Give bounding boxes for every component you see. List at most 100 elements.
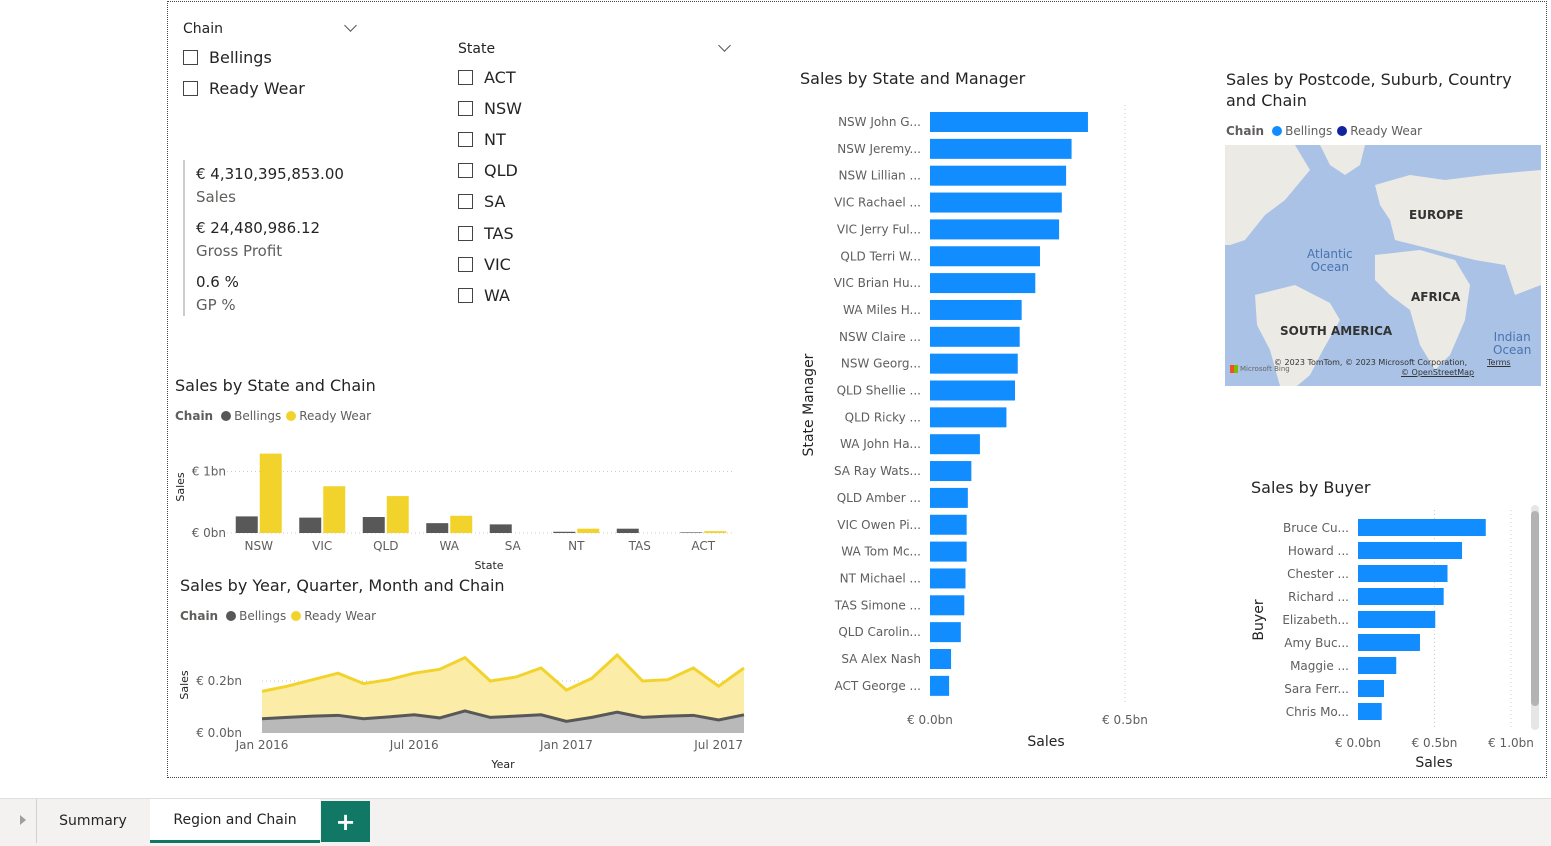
manager-bar[interactable]	[930, 595, 965, 616]
map-canvas[interactable]: EUROPE AFRICA SOUTH AMERICA Atlantic Oce…	[1225, 145, 1541, 386]
map-terms-link[interactable]: Terms	[1487, 358, 1511, 367]
buyer-bar[interactable]	[1358, 588, 1444, 605]
map-label-atlantic: Atlantic Ocean	[1307, 247, 1353, 274]
state-option-wa[interactable]: WA	[458, 286, 510, 305]
manager-bar[interactable]	[930, 165, 1067, 186]
option-label: ACT	[484, 68, 516, 87]
legend-label: Bellings	[234, 409, 282, 423]
manager-bar[interactable]	[930, 299, 1022, 320]
bar-tas-bellings[interactable]	[616, 528, 639, 533]
manager-bar[interactable]	[930, 138, 1072, 159]
x-tick-label: QLD	[373, 539, 398, 553]
tab-region-and-chain[interactable]: Region and Chain	[150, 799, 320, 843]
manager-bar[interactable]	[930, 461, 972, 482]
option-label: NSW	[484, 99, 522, 119]
bar-wa-bellings[interactable]	[426, 523, 449, 533]
y-tick-label: € 0bn	[192, 526, 226, 540]
state-option-nsw[interactable]: NSW	[458, 99, 522, 118]
state-option-qld[interactable]: QLD	[458, 161, 518, 180]
tab-scroll-arrow-icon[interactable]	[20, 815, 26, 825]
legend-item-ready-wear[interactable]: Ready Wear	[291, 609, 376, 623]
manager-bar[interactable]	[930, 326, 1020, 347]
option-label: WA	[484, 285, 510, 305]
bar-nt-bellings[interactable]	[553, 531, 576, 533]
state-option-vic[interactable]: VIC	[458, 255, 511, 274]
buyer-bar[interactable]	[1358, 634, 1420, 651]
state-option-sa[interactable]: SA	[458, 192, 505, 211]
bar-nsw-bellings[interactable]	[235, 516, 258, 533]
legend-item-ready-wear[interactable]: Ready Wear	[286, 409, 371, 423]
buyer-bar[interactable]	[1358, 703, 1382, 720]
bar-sa-bellings[interactable]	[489, 524, 512, 533]
checkbox[interactable]	[458, 163, 473, 179]
osm-link[interactable]: © OpenStreetMap	[1401, 368, 1474, 377]
buyer-bar[interactable]	[1358, 680, 1385, 697]
manager-bar[interactable]	[930, 487, 968, 508]
bellings-dot-icon	[226, 611, 237, 621]
manager-bar[interactable]	[930, 246, 1040, 267]
checkbox[interactable]	[183, 50, 198, 65]
legend-item-bellings[interactable]: Bellings	[226, 609, 286, 623]
checkbox[interactable]	[183, 81, 198, 96]
manager-bar[interactable]	[930, 353, 1018, 374]
state-manager-chart-title: Sales by State and Manager	[800, 69, 1026, 88]
bar-nsw-ready-wear[interactable]	[259, 453, 282, 533]
option-label: Ready Wear	[209, 79, 305, 98]
checkbox[interactable]	[458, 287, 473, 303]
legend-title: Chain	[175, 409, 214, 423]
legend-item-bellings[interactable]: Bellings	[221, 409, 281, 423]
legend-label: Ready Wear	[304, 609, 377, 623]
bar-qld-bellings[interactable]	[362, 517, 385, 533]
bar-qld-ready-wear[interactable]	[386, 496, 409, 533]
manager-bar[interactable]	[930, 514, 967, 535]
manager-bar[interactable]	[930, 112, 1088, 132]
buyer-bar[interactable]	[1358, 542, 1463, 559]
bar-act-ready-wear[interactable]	[704, 531, 727, 533]
add-page-button[interactable]: +	[321, 801, 370, 842]
manager-label: QLD Ricky ...	[845, 410, 921, 424]
manager-bar[interactable]	[930, 407, 1007, 428]
bar-wa-ready-wear[interactable]	[450, 515, 473, 533]
checkbox[interactable]	[458, 194, 473, 210]
checkbox[interactable]	[458, 132, 473, 148]
manager-bar[interactable]	[930, 192, 1062, 213]
chain-option-ready-wear[interactable]: Ready Wear	[183, 79, 305, 98]
buyer-label: Chris Mo...	[1286, 705, 1349, 719]
manager-bar[interactable]	[930, 380, 1016, 401]
kpi-gp-percent-label: GP %	[196, 296, 236, 314]
bar-vic-ready-wear[interactable]	[323, 486, 346, 533]
manager-bar[interactable]	[930, 622, 961, 643]
tab-summary[interactable]: Summary	[37, 799, 149, 843]
checkbox[interactable]	[458, 225, 473, 241]
chain-option-bellings[interactable]: Bellings	[183, 48, 272, 67]
x-tick-label: Jan 2016	[235, 738, 289, 752]
buyer-bar[interactable]	[1358, 519, 1486, 536]
state-option-tas[interactable]: TAS	[458, 224, 514, 243]
state-option-act[interactable]: ACT	[458, 68, 516, 87]
bar-vic-bellings[interactable]	[299, 517, 322, 533]
microsoft-logo-icon	[1230, 365, 1238, 373]
y-tick-label: € 1bn	[192, 464, 226, 478]
state-option-nt[interactable]: NT	[458, 130, 506, 149]
buyer-chart-title: Sales by Buyer	[1251, 478, 1371, 497]
map-label-south-america: SOUTH AMERICA	[1280, 324, 1393, 338]
manager-bar[interactable]	[930, 219, 1060, 240]
manager-bar[interactable]	[930, 675, 950, 696]
manager-bar[interactable]	[930, 568, 966, 589]
scrollbar-thumb[interactable]	[1531, 511, 1539, 706]
manager-bar[interactable]	[930, 649, 952, 669]
checkbox[interactable]	[458, 256, 473, 272]
manager-bar[interactable]	[930, 541, 967, 562]
manager-bar[interactable]	[930, 273, 1036, 294]
buyer-bar[interactable]	[1358, 657, 1397, 674]
bar-nt-ready-wear[interactable]	[577, 528, 600, 533]
manager-bar[interactable]	[930, 434, 980, 455]
bar-act-bellings[interactable]	[680, 532, 703, 533]
legend-item-ready-wear[interactable]: Ready Wear	[1337, 124, 1422, 138]
buyer-bar[interactable]	[1358, 611, 1436, 628]
buyer-chart-scrollbar[interactable]	[1531, 505, 1539, 730]
checkbox[interactable]	[458, 101, 473, 117]
checkbox[interactable]	[458, 70, 473, 85]
buyer-bar[interactable]	[1358, 565, 1448, 582]
legend-item-bellings[interactable]: Bellings	[1272, 124, 1332, 138]
